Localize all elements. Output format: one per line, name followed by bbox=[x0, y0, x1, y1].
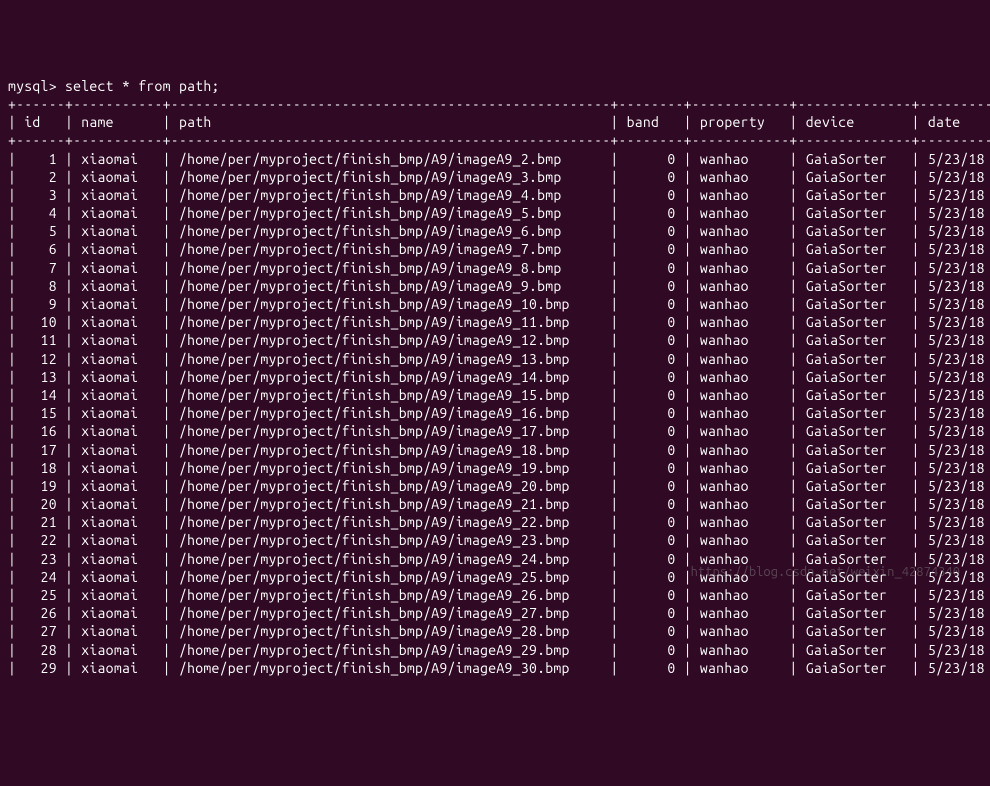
terminal-output[interactable]: mysql> select * from path; +------+-----… bbox=[8, 77, 982, 677]
